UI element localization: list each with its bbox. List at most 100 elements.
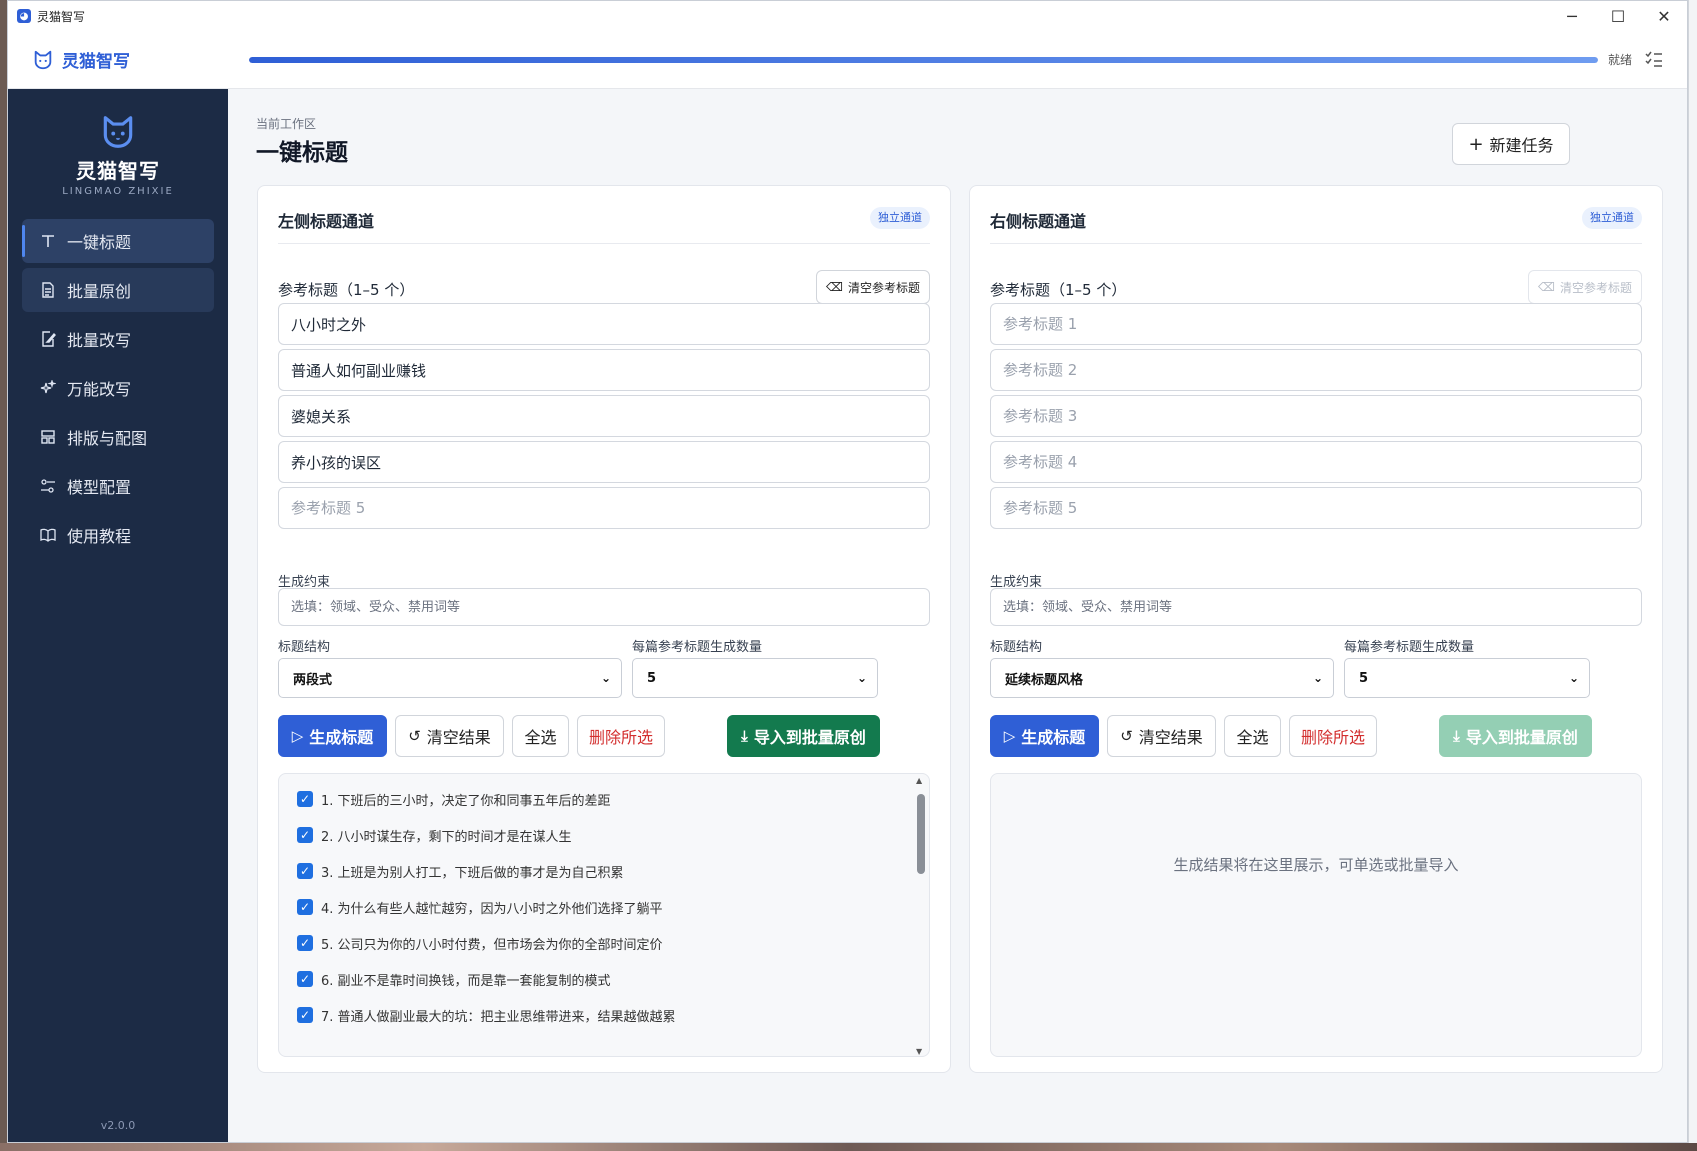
list-item[interactable]: ✓ 4. 为什么有些人越忙越穷，因为八小时之外他们选择了躺平 (297, 896, 663, 918)
document-icon (39, 281, 57, 299)
sidebar-item-label: 批量原创 (67, 282, 132, 301)
select-all-button[interactable]: 全选 (1224, 715, 1281, 757)
play-icon: ▷ (291, 727, 304, 745)
version-label: v2.0.0 (100, 1119, 136, 1132)
progress-fill (249, 57, 1598, 63)
ref-title-input-1[interactable] (278, 303, 930, 345)
sidebar-item-one-click-title[interactable]: 一键标题 (22, 219, 214, 263)
structure-select[interactable]: 两段式 ⌄ (278, 658, 622, 698)
status-badge: 独立通道 (870, 207, 930, 229)
count-select[interactable]: 5 ⌄ (1344, 658, 1590, 698)
text-icon (39, 232, 57, 250)
sidebar-app-name: 灵猫智写 (76, 159, 160, 183)
reset-icon: ↺ (1120, 727, 1133, 745)
checkbox-checked-icon[interactable]: ✓ (297, 827, 313, 843)
desktop-background-right (1688, 0, 1697, 1151)
panel-header: 右侧标题通道 独立通道 (990, 186, 1642, 244)
checkbox-checked-icon[interactable]: ✓ (297, 899, 313, 915)
panel-title: 右侧标题通道 (990, 212, 1087, 231)
ref-title-input-5[interactable] (990, 487, 1642, 529)
sidebar-item-batch-original[interactable]: 批量原创 (22, 268, 214, 312)
ref-title-input-5[interactable] (278, 487, 930, 529)
sidebar-item-label: 一键标题 (67, 233, 132, 252)
chevron-down-icon: ⌄ (856, 671, 867, 685)
checkbox-checked-icon[interactable]: ✓ (297, 791, 313, 807)
clear-results-label: 清空结果 (1138, 728, 1203, 747)
clear-ref-titles-button[interactable]: ⌫ 清空参考标题 (1528, 270, 1642, 304)
checkbox-checked-icon[interactable]: ✓ (297, 935, 313, 951)
clear-results-button[interactable]: ↺ 清空结果 (1107, 715, 1216, 757)
checklist-icon[interactable] (1644, 49, 1664, 69)
result-text: 1. 下班后的三小时，决定了你和同事五年后的差距 (321, 793, 611, 809)
ref-title-input-4[interactable] (990, 441, 1642, 483)
delete-selected-button[interactable]: 删除所选 (1289, 715, 1377, 757)
app-icon: ◕ (17, 9, 31, 23)
chevron-down-icon: ⌄ (1312, 671, 1323, 685)
new-task-button[interactable]: + 新建任务 (1452, 123, 1570, 165)
results-scrollbar[interactable]: ▲ ▼ (915, 776, 927, 1056)
sliders-icon (39, 477, 57, 495)
maximize-icon[interactable]: ☐ (1595, 1, 1641, 31)
sidebar-item-label: 排版与配图 (67, 429, 148, 448)
minimize-icon[interactable]: ─ (1549, 1, 1595, 31)
import-label: 导入到批量原创 (1465, 728, 1578, 747)
constraint-input[interactable] (990, 588, 1642, 626)
app-window: ◕ 灵猫智写 ─ ☐ ✕ 灵猫智写 就绪 灵猫智写 LINGMAO ZHIXIE… (7, 0, 1688, 1143)
structure-label: 标题结构 (990, 640, 1043, 655)
panel-title: 左侧标题通道 (278, 212, 375, 231)
checkbox-checked-icon[interactable]: ✓ (297, 1007, 313, 1023)
count-label: 每篇参考标题生成数量 (1344, 640, 1475, 655)
edit-document-icon (39, 330, 57, 348)
ref-title-input-3[interactable] (278, 395, 930, 437)
sidebar-item-batch-rewrite[interactable]: 批量改写 (22, 317, 214, 361)
list-item[interactable]: ✓ 2. 八小时谋生存，剩下的时间才是在谋人生 (297, 824, 572, 846)
count-label: 每篇参考标题生成数量 (632, 640, 763, 655)
list-item[interactable]: ✓ 1. 下班后的三小时，决定了你和同事五年后的差距 (297, 788, 611, 810)
progress-bar (249, 57, 1598, 63)
checkbox-checked-icon[interactable]: ✓ (297, 863, 313, 879)
new-task-label: 新建任务 (1489, 136, 1554, 155)
list-item[interactable]: ✓ 5. 公司只为你的八小时付费，但市场会为你的全部时间定价 (297, 932, 663, 954)
list-item[interactable]: ✓ 6. 副业不是靠时间换钱，而是靠一套能复制的模式 (297, 968, 611, 990)
import-to-batch-button[interactable]: ⤓ 导入到批量原创 (727, 715, 880, 757)
ref-titles-label: 参考标题（1–5 个） (278, 281, 415, 299)
close-icon[interactable]: ✕ (1641, 1, 1687, 31)
generate-titles-button[interactable]: ▷ 生成标题 (278, 715, 387, 757)
delete-selected-button[interactable]: 删除所选 (577, 715, 665, 757)
select-all-button[interactable]: 全选 (512, 715, 569, 757)
ref-title-input-1[interactable] (990, 303, 1642, 345)
generate-titles-button[interactable]: ▷ 生成标题 (990, 715, 1099, 757)
generate-label: 生成标题 (1021, 728, 1086, 747)
checkbox-checked-icon[interactable]: ✓ (297, 971, 313, 987)
select-all-label: 全选 (1236, 728, 1269, 747)
count-select[interactable]: 5 ⌄ (632, 658, 878, 698)
structure-label: 标题结构 (278, 640, 331, 655)
sidebar-item-layout-images[interactable]: 排版与配图 (22, 415, 214, 459)
sidebar-nav: 一键标题 批量原创 批量改写 万能改写 排版与配图 模型配置 使用教程 (8, 219, 228, 557)
structure-select[interactable]: 延续标题风格 ⌄ (990, 658, 1334, 698)
list-item[interactable]: ✓ 7. 普通人做副业最大的坑：把主业思维带进来，结果越做越累 (297, 1004, 676, 1026)
clear-results-button[interactable]: ↺ 清空结果 (395, 715, 504, 757)
sidebar-item-universal-rewrite[interactable]: 万能改写 (22, 366, 214, 410)
result-text: 3. 上班是为别人打工，下班后做的事才是为自己积累 (321, 865, 624, 881)
result-text: 5. 公司只为你的八小时付费，但市场会为你的全部时间定价 (321, 937, 663, 953)
import-to-batch-button[interactable]: ⤓ 导入到批量原创 (1439, 715, 1592, 757)
result-text: 7. 普通人做副业最大的坑：把主业思维带进来，结果越做越累 (321, 1009, 676, 1025)
ref-title-input-3[interactable] (990, 395, 1642, 437)
list-item[interactable]: ✓ 3. 上班是为别人打工，下班后做的事才是为自己积累 (297, 860, 624, 882)
sidebar-item-label: 批量改写 (67, 331, 132, 350)
constraint-input[interactable] (278, 588, 930, 626)
scroll-down-icon[interactable]: ▼ (916, 1047, 922, 1056)
scroll-up-icon[interactable]: ▲ (916, 776, 922, 785)
ref-title-input-2[interactable] (990, 349, 1642, 391)
ref-titles-label: 参考标题（1–5 个） (990, 281, 1127, 299)
left-title-panel: 左侧标题通道 独立通道 参考标题（1–5 个） ⌫清空参考标题 生成约束 标题结… (257, 185, 951, 1073)
clear-ref-titles-button[interactable]: ⌫ 清空参考标题 (816, 270, 930, 304)
download-icon: ⤓ (741, 727, 748, 745)
empty-results-text: 生成结果将在这里展示，可单选或批量导入 (1173, 856, 1459, 874)
ref-title-input-4[interactable] (278, 441, 930, 483)
ref-title-input-2[interactable] (278, 349, 930, 391)
sidebar-item-tutorial[interactable]: 使用教程 (22, 513, 214, 557)
sidebar-item-model-config[interactable]: 模型配置 (22, 464, 214, 508)
scrollbar-thumb[interactable] (917, 794, 925, 874)
